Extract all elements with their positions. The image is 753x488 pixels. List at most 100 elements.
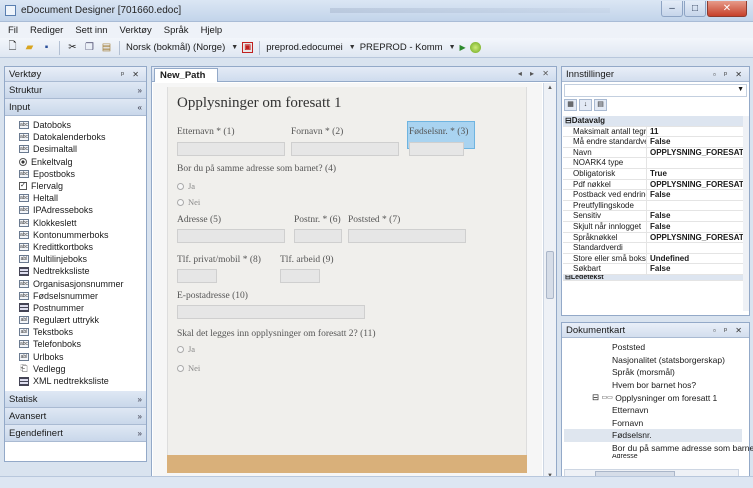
label-tlf-arbeid[interactable]: Tlf. arbeid (9) <box>280 255 334 265</box>
tree-node[interactable]: Hvem bor barnet hos? <box>564 379 742 392</box>
grid-row[interactable]: Pdf nøkkel OPPLYSNING_FORESATT1_ <box>563 179 747 191</box>
tree-node[interactable]: Poststed <box>564 341 742 354</box>
tool-item[interactable]: abl Tekstboks <box>19 326 146 338</box>
section-input[interactable]: Input « <box>5 99 146 116</box>
server-select[interactable]: preprod.edocumei <box>266 42 343 53</box>
tool-item[interactable]: Enkeltvalg <box>19 156 146 168</box>
menu-sprak[interactable]: Språk <box>164 25 189 36</box>
radio-button[interactable] <box>177 198 184 206</box>
prop-value[interactable]: False <box>647 137 747 147</box>
grid-row[interactable]: Navn OPPLYSNING_FORESATT1_ <box>563 147 747 159</box>
grid-row[interactable]: Skjult når innlogget False <box>563 221 747 233</box>
grid-row[interactable]: Språknøkkel OPPLYSNING_FORESATT1_ <box>563 232 747 244</box>
environment-select[interactable]: PREPROD - Komm <box>360 42 443 53</box>
menu-sett-inn[interactable]: Sett inn <box>75 25 107 36</box>
input-etternavn[interactable] <box>177 142 285 156</box>
label-tlf-privat[interactable]: Tlf. privat/mobil * (8) <box>177 255 261 265</box>
prop-value[interactable]: 11 <box>647 127 747 137</box>
sort-alpha-icon[interactable]: ↓ <box>579 99 592 111</box>
grid-row[interactable]: Maksimalt antall tegn 11 <box>563 126 747 138</box>
section-egendefinert[interactable]: Egendefinert » <box>5 425 146 443</box>
input-tlf-arbeid[interactable] <box>280 269 320 283</box>
cut-icon[interactable]: ✂ <box>66 41 79 54</box>
tool-item[interactable]: abc Epostboks <box>19 168 146 180</box>
new-document-icon[interactable]: 🗋 <box>6 41 19 54</box>
prop-value[interactable]: OPPLYSNING_FORESATT1_ <box>647 233 747 243</box>
input-tlf-privat[interactable] <box>177 269 217 283</box>
prop-value[interactable]: True <box>647 169 747 179</box>
tree-node[interactable]: Fornavn <box>564 417 742 430</box>
maximize-button[interactable]: □ <box>684 1 706 17</box>
label-epost[interactable]: E-postadresse (10) <box>177 291 248 301</box>
radio-nei-2[interactable]: Nei <box>177 363 200 373</box>
tree-node[interactable]: Nasjonalitet (statsborgerskap) <box>564 354 742 367</box>
categorized-icon[interactable]: ▦ <box>564 99 577 111</box>
tool-item[interactable]: abl Regulært uttrykk <box>19 314 146 326</box>
prop-value[interactable]: False <box>647 211 747 221</box>
property-grid-scrollbar[interactable] <box>743 116 749 311</box>
radio-ja-2[interactable]: Ja <box>177 344 195 354</box>
pin-close-icons[interactable]: ▫ ᵖ ✕ <box>713 70 745 79</box>
radio-ja[interactable]: Ja <box>177 181 195 191</box>
grid-row[interactable]: Store eller små bokstaverUndefined <box>563 253 747 265</box>
input-fornavn[interactable] <box>291 142 399 156</box>
label-fodselsnr[interactable]: Fødselsnr. * (3) <box>409 127 468 137</box>
grid-row[interactable]: Standardverdi <box>563 243 747 254</box>
tree-node-expanded[interactable]: ⊟ ▭▭ Opplysninger om foresatt 1 <box>564 391 742 404</box>
input-poststed[interactable] <box>348 229 466 243</box>
tree-node-selected[interactable]: Fødselsnr. <box>564 429 742 442</box>
grid-row[interactable]: Obligatorisk True <box>563 168 747 180</box>
grid-row[interactable]: Sensitiv False <box>563 211 747 222</box>
label-adresse[interactable]: Adresse (5) <box>177 215 221 225</box>
prop-value[interactable] <box>647 158 747 168</box>
editor-vertical-scrollbar[interactable]: ▲ ▼ <box>543 83 556 481</box>
tree-node[interactable]: Språk (morsmål) <box>564 366 742 379</box>
grid-row[interactable]: Preutfyllingskode <box>563 200 747 212</box>
pin-close-icons[interactable]: ▫ ᵖ ✕ <box>713 326 745 335</box>
section-struktur[interactable]: Struktur » <box>5 82 146 99</box>
save-icon[interactable]: ▪ <box>40 41 53 54</box>
tool-item[interactable]: abc IPAdresseboks <box>19 204 146 216</box>
tool-item[interactable]: abc Klokkeslett <box>19 217 146 229</box>
tree-node[interactable]: Bor du på samme adresse som barnet? <box>564 442 753 455</box>
label-foresatt2[interactable]: Skal det legges inn opplysninger om fore… <box>177 329 376 339</box>
prop-value[interactable] <box>647 243 747 253</box>
tool-item[interactable]: abc Kontonummerboks <box>19 229 146 241</box>
tool-item[interactable]: abl Multilinjeboks <box>19 253 146 265</box>
tab-new-path[interactable]: New_Path <box>154 68 219 82</box>
radio-button[interactable] <box>177 364 184 372</box>
radio-nei[interactable]: Nei <box>177 197 200 207</box>
radio-button[interactable] <box>177 345 184 353</box>
tool-item[interactable]: abc Datoboks <box>19 119 146 131</box>
tool-item[interactable]: abl Urlboks <box>19 351 146 363</box>
tool-item[interactable]: abc Datokalenderboks <box>19 131 146 143</box>
section-statisk[interactable]: Statisk » <box>5 391 146 409</box>
collapse-icon[interactable]: ⊟ <box>592 392 599 403</box>
tool-item[interactable]: Nedtrekksliste <box>19 265 146 277</box>
label-samme-adresse[interactable]: Bor du på samme adresse som barnet? (4) <box>177 164 336 174</box>
grid-category[interactable]: ⊟ Datavalg <box>563 116 747 127</box>
play-icon[interactable]: ▶ <box>460 43 466 52</box>
tool-item[interactable]: XML nedtrekksliste <box>19 375 146 387</box>
form-title[interactable]: Opplysninger om foresatt 1 <box>177 95 342 112</box>
menu-verktoy[interactable]: Verktøy <box>120 25 152 36</box>
prop-value[interactable]: False <box>647 264 747 274</box>
menu-fil[interactable]: Fil <box>8 25 18 36</box>
copy-icon[interactable]: ❐ <box>83 41 96 54</box>
radio-button[interactable] <box>177 182 184 190</box>
tool-item[interactable]: ✓ Flervalg <box>19 180 146 192</box>
close-button[interactable]: ✕ <box>707 1 747 17</box>
chevron-down-icon[interactable]: ▼ <box>737 86 744 93</box>
tree-node[interactable]: Etternavn <box>564 404 742 417</box>
property-pages-icon[interactable]: ▤ <box>594 99 607 111</box>
input-fodselsnr[interactable] <box>409 142 464 156</box>
chevron-down-icon[interactable]: ▼ <box>349 44 356 51</box>
section-avansert[interactable]: Avansert » <box>5 408 146 426</box>
label-etternavn[interactable]: Etternavn * (1) <box>177 127 235 137</box>
open-folder-icon[interactable]: ▰ <box>23 41 36 54</box>
tree-node[interactable]: Adresse <box>564 454 742 459</box>
grid-row[interactable]: NOARK4 type <box>563 158 747 169</box>
tool-item[interactable]: abc Heltall <box>19 192 146 204</box>
prop-value[interactable]: False <box>647 222 747 232</box>
prop-value[interactable]: OPPLYSNING_FORESATT1_ <box>647 148 747 158</box>
